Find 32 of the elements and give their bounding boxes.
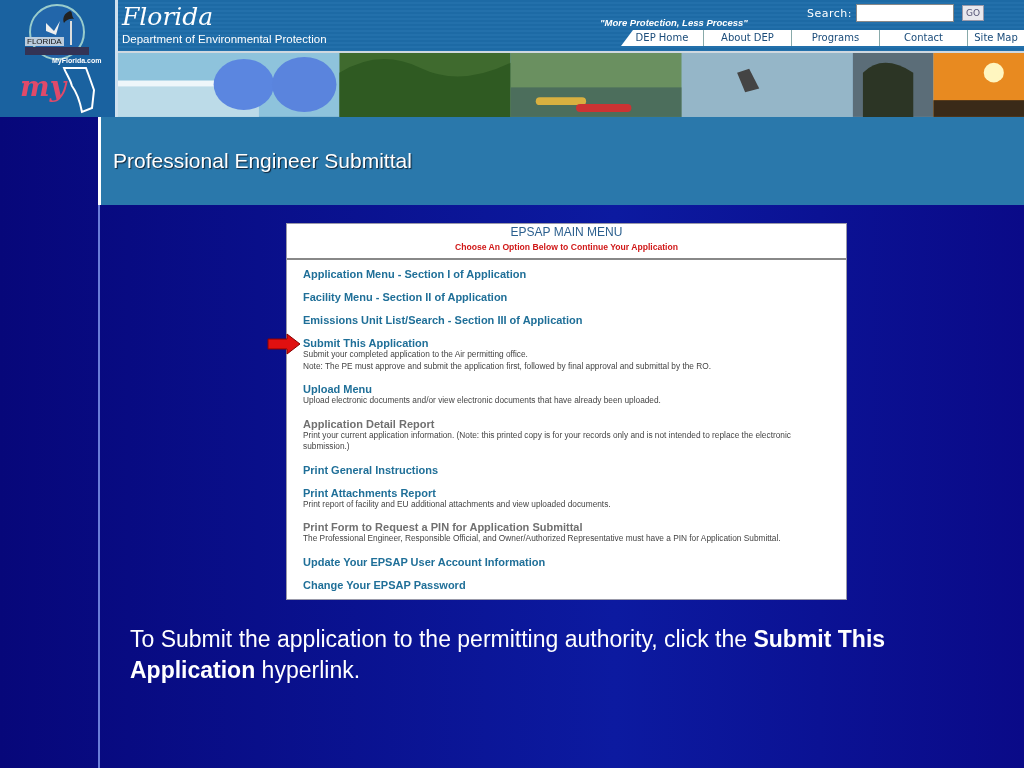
menu-subtitle: Choose An Option Below to Continue Your Application [454, 242, 679, 252]
seal-text: FLORIDA [25, 37, 64, 46]
nav-link[interactable]: Programs [792, 30, 880, 46]
item-description: The Professional Engineer, Responsible Official, and Owner/Authorized Representative must have a PIN for Application Submittal. [303, 533, 782, 545]
go-button[interactable]: GO [961, 5, 984, 21]
menu-link[interactable]: Submit This Application [303, 337, 429, 349]
item-description: Submit your completed application to the Air permitting office. [303, 349, 529, 361]
item-description: Print report of facility and EU additional attachments and view uploaded documents. [303, 498, 612, 510]
menu-link[interactable]: Change Your EPSAP Password [303, 578, 466, 591]
menu-link[interactable]: Application Menu - Section I of Application [303, 268, 527, 280]
item-description: Upload electronic documents and/or view electronic documents that have already been uploaded. [303, 395, 662, 407]
search-field[interactable] [855, 4, 954, 22]
logo-mark: my [20, 70, 66, 103]
search-label: Search: [806, 6, 852, 20]
nav-link[interactable]: About DEP [704, 30, 792, 46]
nav-link[interactable]: Site Map [968, 30, 1024, 46]
menu-link[interactable]: Upload Menu [303, 383, 373, 395]
menu-link[interactable]: Facility Menu - Section II of Application [303, 291, 508, 303]
slogan: "More Protection, Less Process" [600, 17, 748, 28]
caption: To Submit the application to the permitting authority, click the Submit This Application hyperlink. [130, 624, 887, 685]
menu-title: EPSAP MAIN MENU [509, 224, 624, 239]
nav-link[interactable]: Contact [880, 30, 968, 46]
menu-link[interactable]: Emissions Unit List/Search - Section III of Application [303, 314, 583, 326]
department-name: Department of Environmental Protection [122, 32, 327, 46]
nav-link[interactable]: DEP Home [621, 30, 704, 46]
site-title: Florida [122, 2, 215, 32]
item-description: Print your current application information. (Note: this printed copy is for your records only and is not intended to replace the electronic submission.) [303, 429, 792, 453]
menu-link[interactable]: Print Attachments Report [303, 486, 436, 499]
menu-link[interactable]: Update Your EPSAP User Account Information [303, 555, 546, 568]
menu-link[interactable]: Print General Instructions [303, 463, 439, 476]
slide-title: Professional Engineer Submittal [113, 149, 412, 173]
item-description: Note: The PE must approve and submit the application first, followed by final approval and submittal by the RO. [303, 360, 712, 372]
